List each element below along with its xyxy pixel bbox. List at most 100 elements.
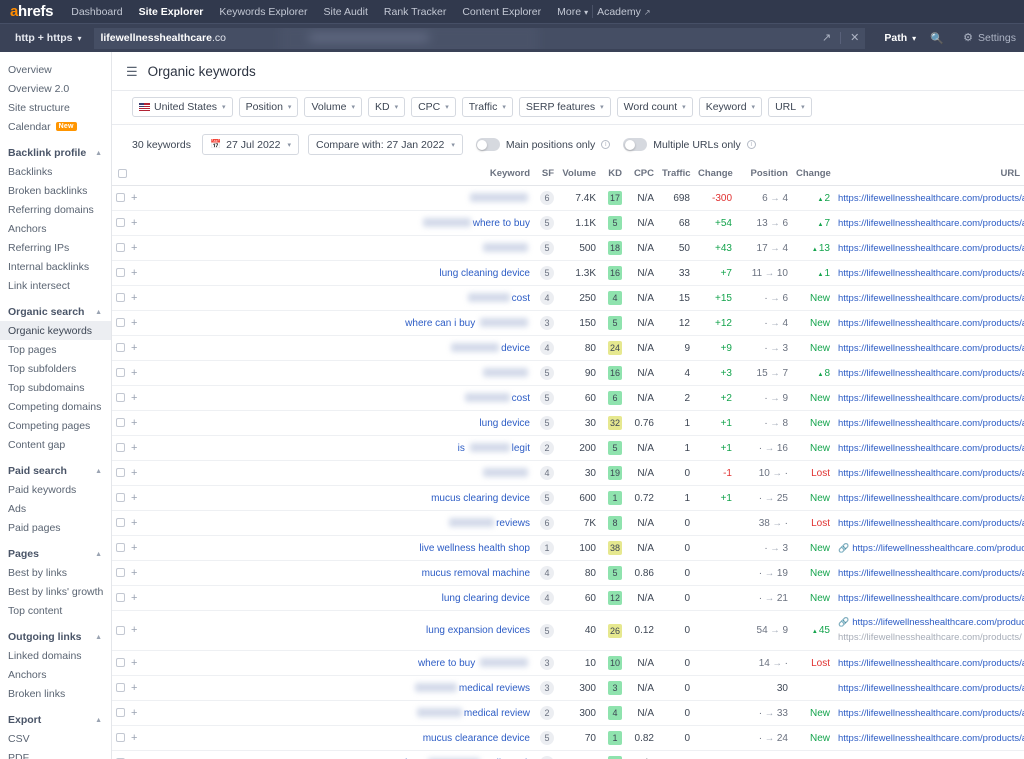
url-cell[interactable]: 🔗 https://lifewellnesshealthcare.com/prod… [834,535,1024,561]
plus-icon[interactable]: + [131,242,137,254]
plus-icon[interactable]: + [131,467,137,479]
row-checkbox[interactable] [116,593,125,603]
row-checkbox[interactable] [116,683,125,693]
plus-icon[interactable]: + [131,567,137,579]
keyword-cell[interactable]: where can i buy [139,310,534,336]
plus-icon[interactable]: + [131,517,137,529]
url-cell[interactable]: https://lifewellnesshealthcare.com/produ… [834,210,1024,236]
url-link[interactable]: https://lifewellnesshealthcare.com/produ… [838,368,1024,379]
keyword-text[interactable]: where can i buy [405,318,478,329]
sidebar-item-ads[interactable]: Ads [0,499,111,518]
keyword-text[interactable]: lung clearing device [442,593,530,604]
sidebar-group-backlink-profile[interactable]: Backlink profile ▲ [0,144,111,162]
table-row[interactable]: + medical reviews 3 300 3 N/A 0 30 https://life… [112,675,1024,701]
row-checkbox[interactable] [116,543,125,553]
nav-item-dashboard[interactable]: Dashboard [71,6,122,18]
nav-item-rank-tracker[interactable]: Rank Tracker [384,6,446,18]
row-checkbox[interactable] [116,733,125,743]
url-cell[interactable]: https://lifewellnesshealthcare.com/produ… [834,700,1024,726]
column-header-sf[interactable]: SF [534,163,558,186]
select-all-checkbox[interactable] [118,168,127,178]
sidebar-group-outgoing-links[interactable]: Outgoing links ▲ [0,628,111,646]
table-row[interactable]: + lung cleaning device 5 1.3K 16 N/A 33 +7 11 →… [112,260,1024,286]
plus-icon[interactable]: + [131,392,137,404]
keyword-cell[interactable]: mucus removal machine [139,560,534,586]
table-row[interactable]: + cost 4 250 4 N/A 15 +15 · → 6 New https://lifew… [112,285,1024,311]
sidebar-group-export[interactable]: Export ▲ [0,711,111,729]
keyword-cell[interactable]: cost [139,385,534,411]
column-header-change-6[interactable]: Change [694,163,736,186]
keyword-cell[interactable]: does really work [139,750,534,759]
keyword-cell[interactable] [139,360,534,386]
row-checkbox[interactable] [116,193,125,203]
table-row[interactable]: +4 30 19 N/A 0 -1 10 → · Lost https://lifewellne… [112,460,1024,486]
row-checkbox[interactable] [116,625,125,635]
sidebar-item-paid-keywords[interactable]: Paid keywords [0,480,111,499]
sidebar-item-internal-backlinks[interactable]: Internal backlinks [0,257,111,276]
row-checkbox[interactable] [116,658,125,668]
sidebar-item-best-by-links[interactable]: Best by links [0,563,111,582]
filter-word-count[interactable]: Word count [616,97,693,117]
sidebar-item-broken-backlinks[interactable]: Broken backlinks [0,181,111,200]
column-header-kd[interactable]: KD [600,163,626,186]
row-checkbox[interactable] [116,518,125,528]
sidebar-group-organic-search[interactable]: Organic search ▲ [0,303,111,321]
keyword-cell[interactable]: lung cleaning device [139,260,534,286]
plus-icon[interactable]: + [131,492,137,504]
keyword-text[interactable]: lung expansion devices [426,625,530,636]
table-row[interactable]: +does really work 63505N/A0 94 → 4153http… [112,750,1024,759]
url-cell[interactable]: https://lifewellnesshealthcare.com/produ… [834,335,1024,361]
url-link[interactable]: https://lifewellnesshealthcare.com/produ… [838,268,1024,279]
plus-icon[interactable]: + [131,682,137,694]
url-link[interactable]: https://lifewellnesshealthcare.com/produ… [838,218,1024,229]
sidebar-item-overview-2-0[interactable]: Overview 2.0 [0,79,111,98]
url-link[interactable]: https://lifewellnesshealthcare.com/produ… [838,243,1024,254]
url-cell[interactable]: https://lifewellnesshealthcare.com/produ… [834,510,1024,536]
date-picker[interactable]: 📅 27 Jul 2022 [201,134,299,155]
row-checkbox[interactable] [116,708,125,718]
url-link[interactable]: https://lifewellnesshealthcare.com/produ… [838,443,1024,454]
table-row[interactable]: + mucus clearance device 5 70 1 0.82 0 · → 24 N… [112,725,1024,751]
filter-url[interactable]: URL [768,97,812,117]
row-checkbox[interactable] [116,268,125,278]
keyword-text[interactable]: is [458,443,468,454]
external-link-icon[interactable]: ↗ [822,32,831,44]
table-row[interactable]: + where to buy 5 1.1K 5 N/A68 +54 13 → 6 7 https… [112,210,1024,236]
url-cell[interactable]: https://lifewellnesshealthcare.com/produ… [834,435,1024,461]
table-row[interactable]: + where to buy 3 10 10 N/A 0 14 → · Lost https:/… [112,650,1024,676]
sidebar-item-csv[interactable]: CSV [0,729,111,748]
keyword-text[interactable]: where to buy [473,218,530,229]
row-checkbox[interactable] [116,393,125,403]
row-checkbox[interactable] [116,293,125,303]
url-link[interactable]: https://lifewellnesshealthcare.com/produ… [852,617,1024,628]
sidebar-item-referring-domains[interactable]: Referring domains [0,200,111,219]
nav-item-more[interactable]: More [557,6,588,18]
url-link[interactable]: https://lifewellnesshealthcare.com/produ… [852,543,1024,554]
table-row[interactable]: + cost 5 60 6 N/A 2 +2 · → 9 New https://lifewell… [112,385,1024,411]
keyword-cell[interactable] [139,460,534,486]
plus-icon[interactable]: + [131,267,137,279]
row-checkbox[interactable] [116,343,125,353]
table-row[interactable]: + is legit 2 200 5 N/A 1 +1 · → 16 New https://li… [112,435,1024,461]
plus-icon[interactable]: + [131,417,137,429]
filter-united-states[interactable]: United States [132,97,233,117]
keyword-text[interactable]: cost [512,393,530,404]
row-checkbox[interactable] [116,468,125,478]
table-row[interactable]: + mucus removal machine 4 80 5 0.86 0 · → 19 Ne… [112,560,1024,586]
sidebar-item-calendar[interactable]: Calendar New [0,117,111,136]
url-cell[interactable]: https://lifewellnesshealthcare.com/produ… [834,650,1024,676]
plus-icon[interactable]: + [131,317,137,329]
url-link-secondary[interactable]: https://lifewellnesshealthcare.com/produ… [838,632,1022,643]
url-cell[interactable]: https://lifewellnesshealthcare.com/produ… [834,285,1024,311]
url-cell[interactable]: https://lifewellnesshealthcare.com/produ… [834,675,1024,701]
sidebar-item-backlinks[interactable]: Backlinks [0,162,111,181]
plus-icon[interactable]: + [131,442,137,454]
sidebar-item-top-pages[interactable]: Top pages [0,340,111,359]
plus-icon[interactable]: + [131,292,137,304]
keyword-cell[interactable] [139,235,534,261]
sidebar-item-site-structure[interactable]: Site structure [0,98,111,117]
url-cell[interactable]: https://lifewellnesshealthcare.com/produ… [834,485,1024,511]
keyword-cell[interactable]: lung expansion devices [139,610,534,651]
keyword-cell[interactable]: mucus clearing device [139,485,534,511]
ahrefs-logo[interactable]: ahrefs [10,3,54,20]
